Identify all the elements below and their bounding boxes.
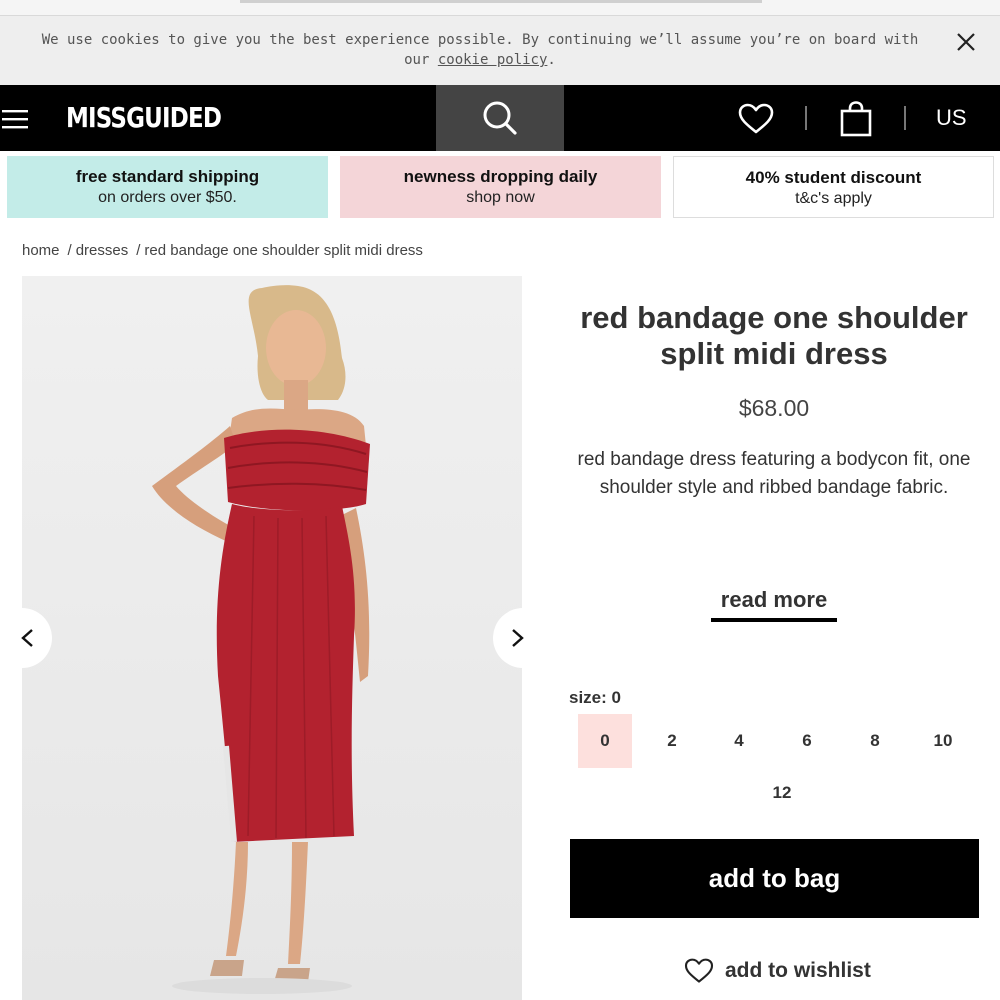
- next-image-button[interactable]: [493, 608, 553, 668]
- breadcrumb-current: red bandage one shoulder split midi dres…: [144, 242, 423, 259]
- site-logo[interactable]: MISSGUIDED: [66, 100, 222, 136]
- product-title: red bandage one shoulder split midi dres…: [580, 300, 968, 371]
- breadcrumb-home[interactable]: home: [22, 242, 60, 259]
- promo-free-shipping[interactable]: free standard shipping on orders over $5…: [7, 156, 328, 218]
- header-divider: [904, 106, 906, 130]
- chevron-right-icon: [512, 629, 524, 647]
- size-option[interactable]: 6: [780, 714, 834, 768]
- size-option[interactable]: 12: [755, 766, 809, 820]
- region-selector[interactable]: US: [936, 104, 967, 132]
- cookie-banner: We use cookies to give you the best expe…: [0, 16, 1000, 85]
- size-option[interactable]: 8: [848, 714, 902, 768]
- header-divider: [805, 106, 807, 130]
- product-price: $68.00: [738, 395, 810, 421]
- heart-icon: [684, 958, 714, 983]
- site-header: MISSGUIDED US: [0, 85, 1000, 151]
- hamburger-menu-icon[interactable]: [2, 109, 28, 129]
- promo-subline: on orders over $50.: [98, 189, 237, 206]
- size-option[interactable]: 0: [578, 714, 632, 768]
- add-to-bag-button[interactable]: add to bag: [570, 839, 979, 918]
- cookie-message: We use cookies to give you the best expe…: [30, 30, 930, 70]
- cookie-policy-link[interactable]: cookie policy: [438, 52, 548, 68]
- shopping-bag-icon[interactable]: [840, 101, 872, 137]
- address-bar-stub: [240, 0, 762, 3]
- breadcrumb: home / dresses / red bandage one shoulder sp…: [22, 241, 423, 261]
- wishlist-label: add to wishlist: [725, 959, 871, 982]
- promo-newness[interactable]: newness dropping daily shop now: [340, 156, 661, 218]
- breadcrumb-separator: /: [67, 242, 72, 259]
- size-option[interactable]: 4: [712, 714, 766, 768]
- promo-headline: free standard shipping: [75, 167, 260, 186]
- chevron-left-icon: [21, 629, 33, 647]
- size-option[interactable]: 10: [916, 714, 970, 768]
- promo-subline: t&c's apply: [795, 190, 872, 207]
- promo-student-discount[interactable]: 40% student discount t&c's apply: [673, 156, 994, 218]
- size-option[interactable]: 2: [645, 714, 699, 768]
- promo-subline: shop now: [466, 189, 535, 206]
- product-image: [22, 276, 522, 1000]
- search-button[interactable]: [436, 85, 564, 151]
- breadcrumb-separator: /: [136, 242, 141, 259]
- heart-icon[interactable]: [738, 103, 774, 135]
- search-icon: [483, 101, 517, 135]
- breadcrumb-dresses[interactable]: dresses: [76, 242, 129, 259]
- size-label: size: 0: [569, 688, 621, 707]
- read-more-link[interactable]: read more: [711, 586, 837, 622]
- promo-headline: 40% student discount: [745, 168, 922, 187]
- close-icon[interactable]: [954, 30, 978, 54]
- browser-top-strip: [0, 0, 1000, 16]
- cookie-message-end: .: [547, 52, 556, 68]
- description-fade: [560, 496, 988, 536]
- promo-headline: newness dropping daily: [403, 167, 598, 186]
- model-photo: [22, 276, 522, 1000]
